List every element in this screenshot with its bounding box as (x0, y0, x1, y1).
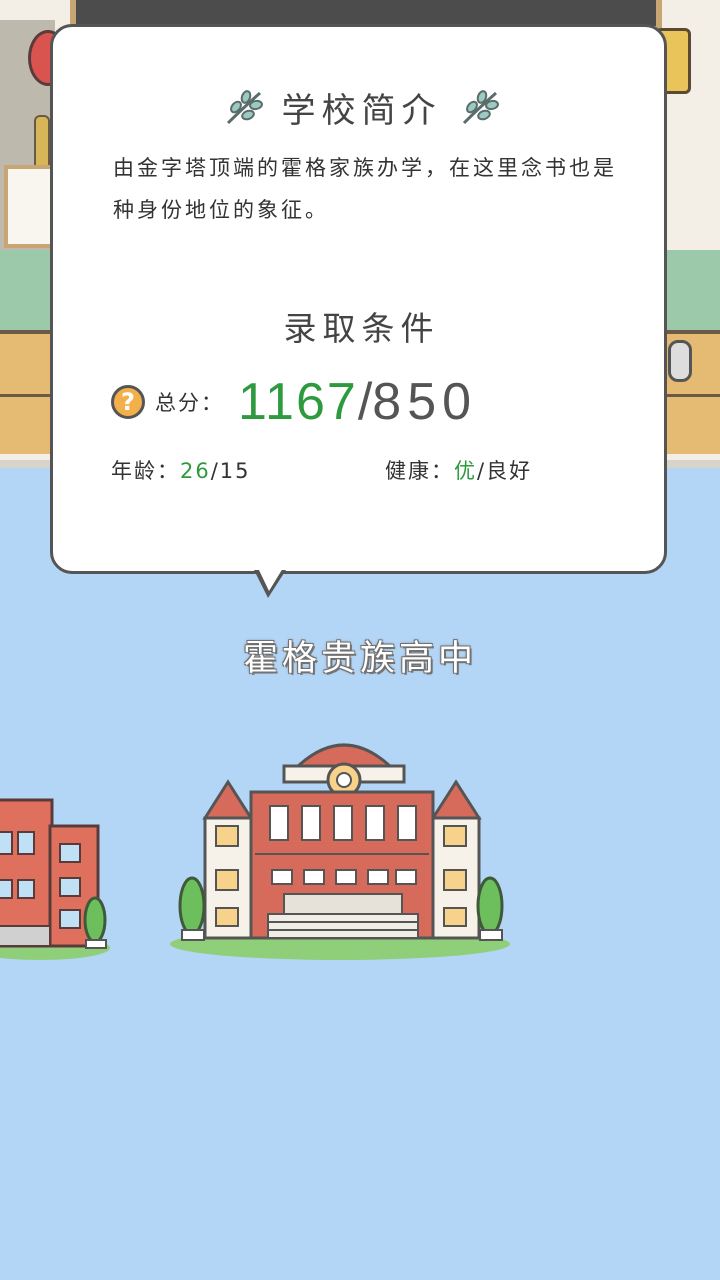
score-label: 总分： (155, 391, 224, 415)
neighbor-school-building[interactable] (0, 798, 110, 960)
score-row: ? 总分： 1167 / 850 (111, 367, 477, 437)
popup-tail-fill (258, 568, 283, 591)
popup-title-row: 学校简介 (53, 77, 670, 137)
school-info-popup: 学校简介 由金字塔顶端的霍格家族办学，在这里念书也是种身份地位的象征。 录取条件… (50, 24, 667, 574)
hog-noble-high-school-building[interactable] (170, 743, 510, 960)
door-knob (668, 340, 692, 382)
requirements-title: 录取条件 (283, 309, 440, 348)
age-value: 26 (180, 459, 211, 483)
school-name: 霍格贵族高中 (242, 639, 477, 679)
health-stat: 健康：优/良好 (385, 455, 532, 485)
score-separator: / (357, 373, 373, 431)
score-value: 1167 (238, 373, 358, 431)
leaf-branch-icon (226, 90, 263, 125)
age-stat: 年龄：26/15 (111, 455, 251, 485)
health-required: /良好 (477, 459, 533, 483)
age-label: 年龄： (111, 459, 180, 483)
popup-title: 学校简介 (281, 90, 442, 131)
buildings-scene (0, 743, 510, 960)
health-label: 健康： (385, 459, 454, 483)
question-mark-icon[interactable]: ? (111, 385, 145, 419)
health-value: 优 (454, 459, 477, 483)
age-required: /15 (210, 459, 251, 483)
leaf-branch-icon (462, 90, 499, 125)
score-required: 850 (372, 373, 478, 431)
school-description: 由金字塔顶端的霍格家族办学，在这里念书也是种身份地位的象征。 (113, 156, 617, 222)
